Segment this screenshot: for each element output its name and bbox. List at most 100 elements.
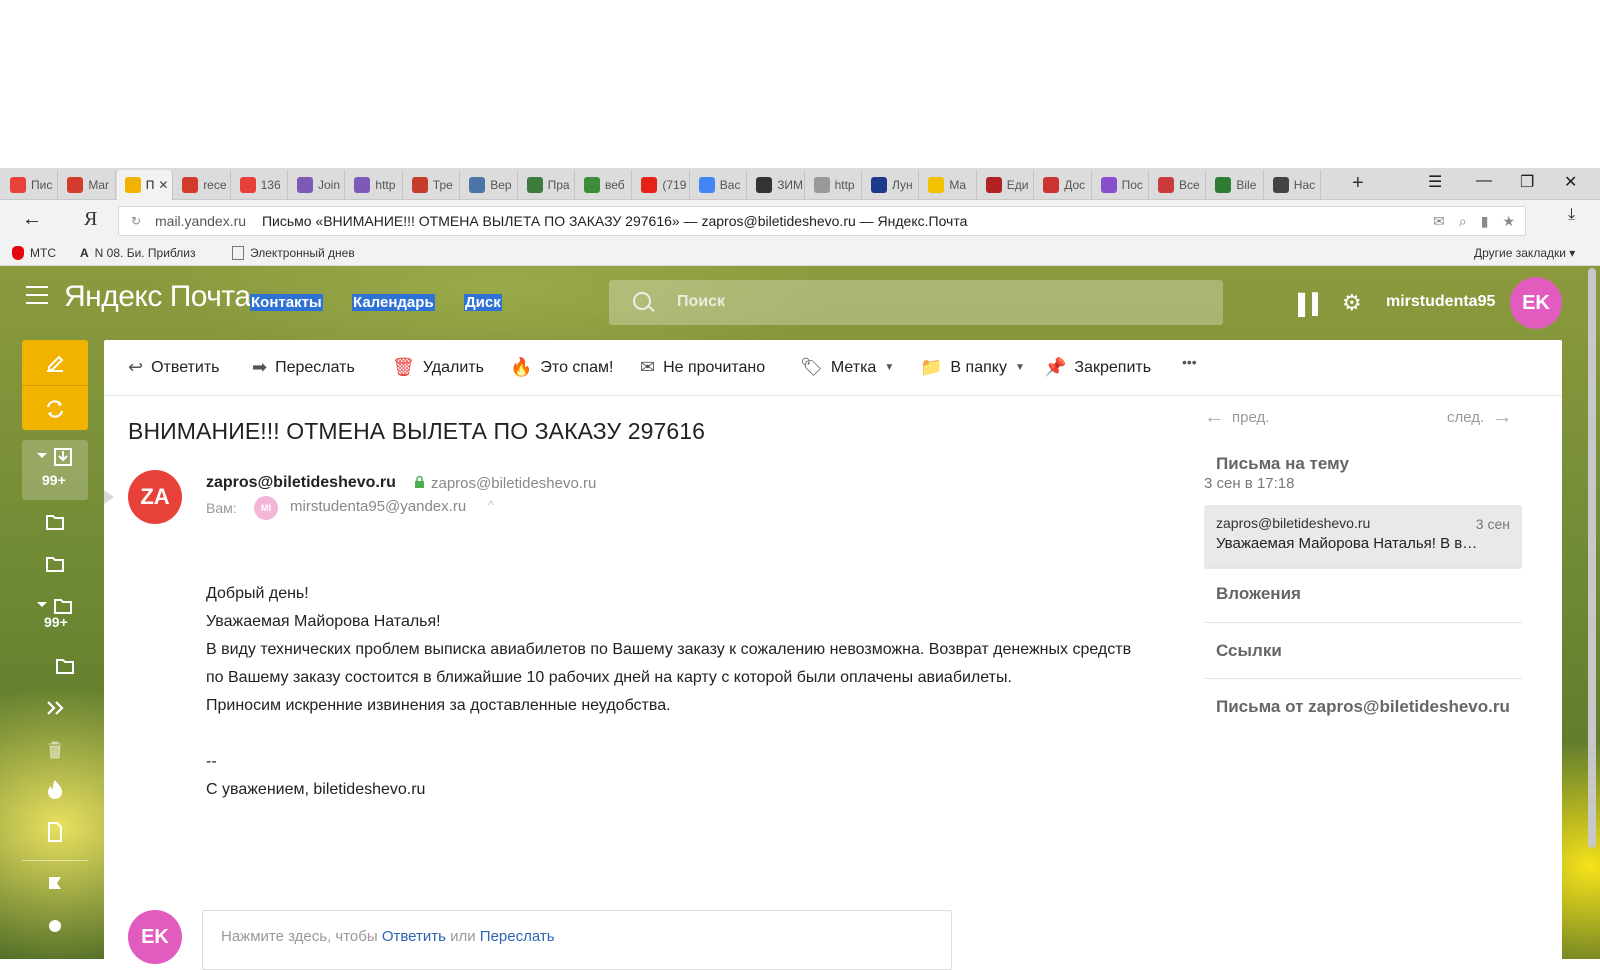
flag-icon[interactable] bbox=[22, 872, 88, 896]
layout-toggle-icon[interactable]: ▌▍ bbox=[1298, 292, 1328, 317]
importance-flag[interactable] bbox=[104, 490, 114, 504]
browser-tab[interactable]: Пис bbox=[2, 170, 59, 200]
tab-favicon-icon bbox=[584, 177, 600, 193]
sender-address[interactable]: zapros@biletideshevo.ru bbox=[431, 475, 596, 492]
quick-reply-link[interactable]: Ответить bbox=[382, 928, 446, 945]
quick-forward-link[interactable]: Переслать bbox=[480, 928, 555, 945]
other-bookmarks[interactable]: Другие закладки ▾ bbox=[1474, 246, 1575, 260]
reload-icon[interactable]: ↻ bbox=[131, 207, 141, 235]
username[interactable]: mirstudenta95 bbox=[1386, 293, 1495, 311]
user-avatar[interactable]: EK bbox=[1510, 277, 1562, 329]
browser-tab[interactable]: Лун bbox=[863, 170, 920, 200]
trash-icon[interactable] bbox=[22, 738, 88, 762]
compose-icon[interactable] bbox=[22, 350, 88, 376]
mark-unread-button[interactable]: ✉ Не прочитано bbox=[640, 357, 765, 378]
download-icon[interactable]: ⤓ bbox=[1568, 206, 1575, 224]
spam-button[interactable]: 🔥 Это спам! bbox=[510, 357, 613, 378]
url-field[interactable]: ↻ mail.yandex.ru Письмо «ВНИМАНИЕ!!! ОТМ… bbox=[118, 206, 1526, 236]
links-link[interactable]: Ссылки bbox=[1216, 641, 1282, 661]
browser-tab[interactable]: http bbox=[346, 170, 403, 200]
browser-tab[interactable]: П ✕ bbox=[116, 170, 174, 200]
tab-favicon-icon bbox=[1272, 177, 1289, 193]
browser-tab[interactable]: Ma bbox=[920, 170, 977, 200]
next-label: след. bbox=[1447, 409, 1485, 426]
spam-label: Это спам! bbox=[540, 358, 614, 376]
prev-message-button[interactable]: ← пред. bbox=[1204, 406, 1269, 429]
signature-separator: -- bbox=[206, 753, 217, 770]
inbox-icon bbox=[22, 446, 88, 468]
browser-tab[interactable]: Пос bbox=[1093, 170, 1149, 200]
nav-calendar[interactable]: Календарь bbox=[352, 294, 435, 311]
new-tab-button[interactable]: + bbox=[1352, 172, 1364, 195]
label-button[interactable]: 🏷 Метка ▼ bbox=[800, 357, 894, 378]
nav-disk[interactable]: Диск bbox=[464, 294, 502, 311]
browser-tab[interactable]: Дос bbox=[1035, 170, 1092, 200]
browser-tab[interactable]: Нас bbox=[1265, 170, 1322, 200]
search-input[interactable]: Поиск bbox=[609, 280, 1223, 325]
browser-tab[interactable]: Пра bbox=[519, 170, 575, 200]
mail-share-icon[interactable]: ✉ bbox=[1433, 207, 1445, 235]
browser-tab[interactable]: Все bbox=[1150, 170, 1207, 200]
browser-tab[interactable]: Тре bbox=[404, 170, 461, 200]
next-message-button[interactable]: след. → bbox=[1447, 406, 1512, 429]
yandex-mail-logo[interactable]: Яндекс Почта bbox=[64, 280, 251, 314]
chevron-up-icon[interactable]: ^ bbox=[488, 498, 494, 512]
browser-tab[interactable]: 136 bbox=[232, 170, 288, 200]
tag-icon: 🏷 bbox=[800, 357, 823, 377]
sender-avatar[interactable]: ZA bbox=[128, 470, 182, 524]
spam-fire-icon[interactable] bbox=[22, 778, 88, 802]
delete-button[interactable]: 🗑 Удалить bbox=[392, 357, 484, 378]
bookmark-mts[interactable]: МТС bbox=[12, 246, 56, 260]
restore-icon[interactable]: ❐ bbox=[1520, 172, 1534, 192]
more-button[interactable]: ••• bbox=[1182, 354, 1197, 370]
tab-favicon-icon bbox=[813, 177, 830, 193]
nav-contacts[interactable]: Контакты bbox=[250, 294, 323, 311]
browser-tab[interactable]: веб bbox=[576, 170, 633, 200]
attachments-link[interactable]: Вложения bbox=[1216, 584, 1301, 604]
thread-item[interactable]: zapros@biletideshevo.ru 3 сен Уважаемая … bbox=[1204, 505, 1522, 569]
browser-tab[interactable]: ЗИМ bbox=[748, 170, 805, 200]
sent-icon[interactable] bbox=[22, 696, 88, 720]
browser-tab[interactable]: Mar bbox=[59, 170, 116, 200]
browser-tab[interactable]: (719 bbox=[633, 170, 690, 200]
recipient-address[interactable]: mirstudenta95@yandex.ru bbox=[290, 498, 466, 515]
protect-icon[interactable]: ▮ bbox=[1481, 207, 1489, 235]
quick-reply-box[interactable]: Нажмите здесь, чтобы Ответить или Пересл… bbox=[202, 910, 952, 970]
drafts-icon[interactable] bbox=[22, 820, 88, 844]
sender-letters-link[interactable]: Письма от zapros@biletideshevo.ru bbox=[1216, 697, 1510, 717]
move-folder-button[interactable]: 📁 В папку ▼ bbox=[920, 357, 1025, 378]
forward-arrow-icon: ➡ bbox=[252, 357, 268, 377]
unread-dot-icon[interactable] bbox=[22, 914, 88, 938]
folder-icon[interactable] bbox=[22, 510, 88, 534]
subfolder-icon[interactable] bbox=[32, 654, 98, 678]
reply-button[interactable]: ↩ Ответить bbox=[128, 357, 219, 378]
browser-tab[interactable]: Вас bbox=[691, 170, 748, 200]
menu-icon[interactable] bbox=[26, 286, 48, 306]
browser-tab[interactable]: http bbox=[806, 170, 862, 200]
tab-list-icon[interactable]: ☰ bbox=[1428, 172, 1442, 192]
browser-tab[interactable]: Вер bbox=[461, 170, 518, 200]
settings-gear-icon[interactable]: ⚙ bbox=[1342, 290, 1362, 316]
browser-tab[interactable]: Еди bbox=[978, 170, 1035, 200]
sender-name[interactable]: zapros@biletideshevo.ru bbox=[206, 474, 396, 492]
thread-heading: Письма на тему bbox=[1216, 454, 1349, 473]
zoom-icon[interactable]: ⌕ bbox=[1459, 207, 1467, 235]
browser-tab[interactable]: rece bbox=[174, 170, 231, 200]
bookmark-diary[interactable]: Электронный днев bbox=[232, 246, 355, 260]
tab-close-icon[interactable]: ✕ bbox=[158, 178, 168, 192]
forward-button[interactable]: ➡ Переслать bbox=[252, 357, 355, 378]
bookmark-n08[interactable]: A N 08. Би. Приблиз bbox=[80, 246, 195, 260]
browser-tab[interactable]: Bile bbox=[1207, 170, 1264, 200]
bookmark-star-icon[interactable]: ★ bbox=[1502, 207, 1515, 235]
pin-button[interactable]: 📌 Закрепить bbox=[1044, 357, 1151, 378]
browser-tab[interactable]: Join bbox=[289, 170, 346, 200]
minimize-icon[interactable]: — bbox=[1476, 172, 1492, 190]
page-scrollbar[interactable] bbox=[1588, 268, 1596, 848]
back-arrow-icon[interactable]: ← bbox=[22, 208, 42, 231]
tab-label: Join bbox=[318, 178, 341, 192]
folder-icon[interactable] bbox=[22, 552, 88, 576]
tab-label: rece bbox=[203, 178, 227, 192]
yandex-button[interactable]: Я bbox=[84, 208, 97, 231]
refresh-icon[interactable] bbox=[22, 396, 88, 422]
close-window-icon[interactable]: ✕ bbox=[1564, 172, 1577, 192]
